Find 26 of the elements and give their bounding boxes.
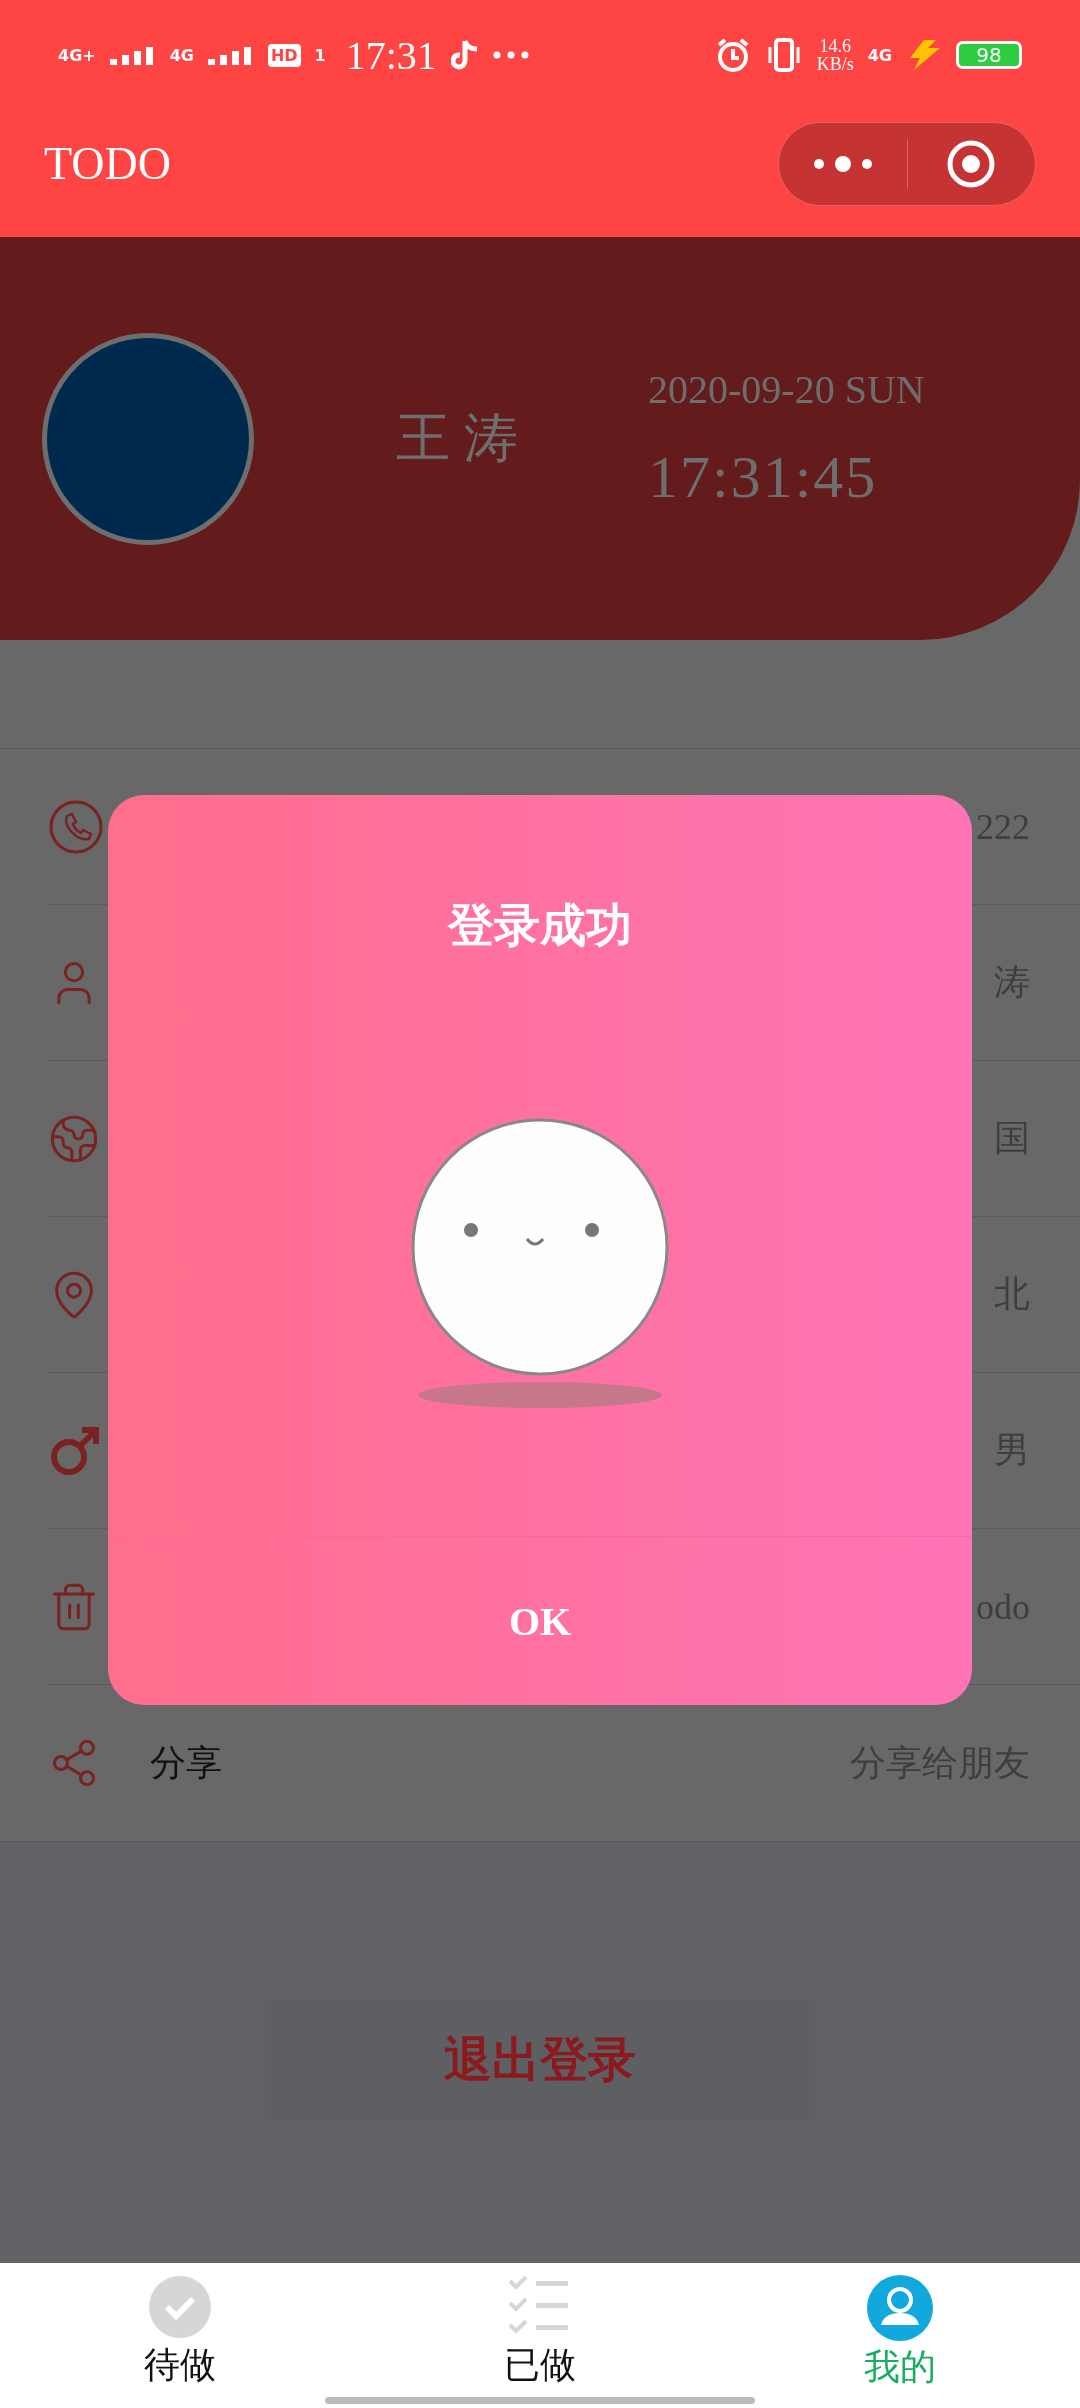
tab[interactable]: 已做 <box>360 2263 720 2408</box>
more-icon <box>492 51 529 59</box>
user-name: 王 涛 <box>396 407 519 470</box>
status-time: 17:31 <box>345 31 437 79</box>
row-label: 分享 <box>150 1741 222 1785</box>
signal-icon <box>109 45 156 65</box>
ok-button[interactable]: OK <box>108 1537 972 1705</box>
signal-label: 4G <box>169 45 194 65</box>
network-speed: 14.6 <box>819 37 851 55</box>
app-title: TODO <box>44 137 171 190</box>
sim-label: 1 <box>314 45 326 65</box>
tab[interactable]: 待做 <box>0 2263 360 2408</box>
hd-badge: HD <box>267 43 301 67</box>
check-circle-icon <box>148 2275 212 2339</box>
music-note-icon <box>450 39 479 71</box>
date-text: 2020-09-20 SUN <box>648 365 925 413</box>
clock-text: 17:31:45 <box>648 442 879 512</box>
battery-icon: 98 <box>956 41 1022 69</box>
data-label: 4G <box>867 45 892 65</box>
speed-unit: KB/s <box>816 55 854 73</box>
tab[interactable]: 我的 <box>720 2263 1080 2408</box>
signal-label: 4G+ <box>58 45 96 65</box>
user-circle-icon <box>867 2275 933 2341</box>
signal-icon <box>207 45 254 65</box>
dialog-title: 登录成功 <box>448 899 632 953</box>
phone-icon <box>48 798 104 855</box>
